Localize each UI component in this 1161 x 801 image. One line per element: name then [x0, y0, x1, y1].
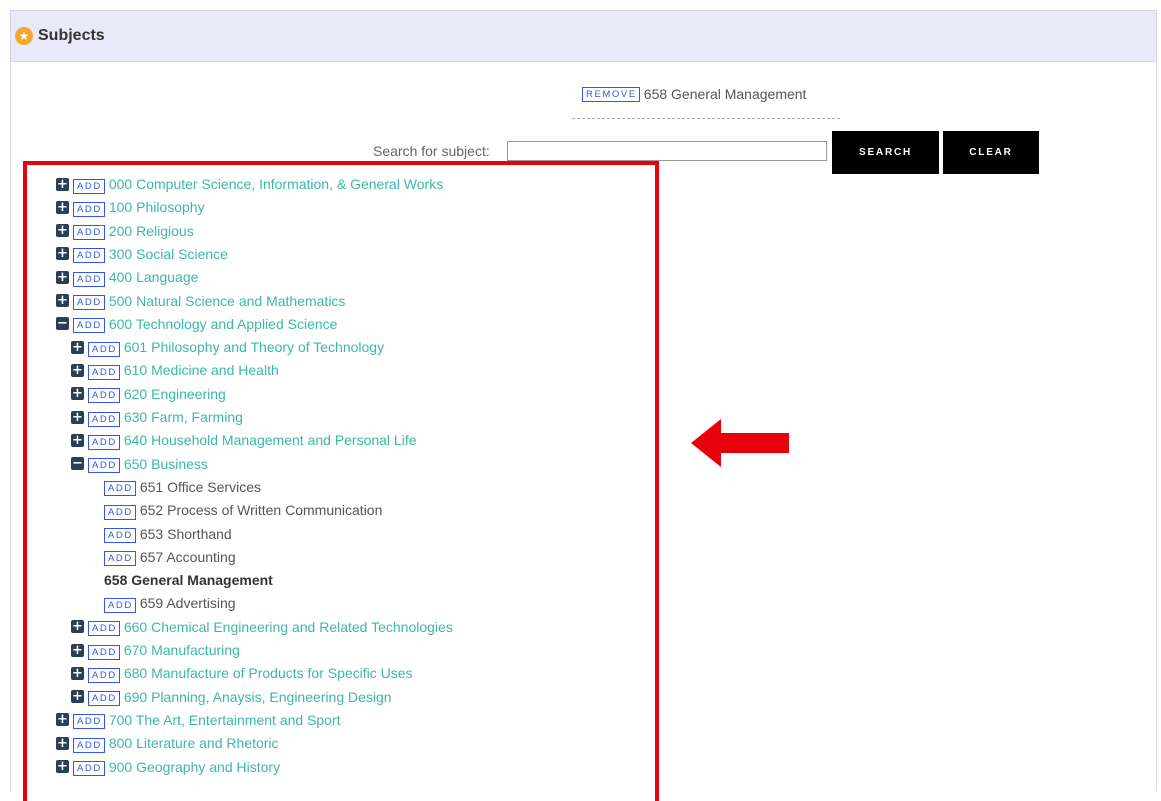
panel-title: Subjects [38, 27, 105, 44]
arrow-left-icon [691, 419, 789, 467]
search-button[interactable]: SEARCH [832, 131, 939, 174]
divider [572, 118, 840, 119]
selected-subject-label: 658 General Management [643, 86, 807, 102]
search-input[interactable] [507, 141, 827, 161]
remove-button[interactable]: REMOVE [582, 86, 640, 102]
highlight-box [23, 161, 659, 801]
selected-subject: REMOVE 658 General Management [582, 86, 806, 102]
clear-button[interactable]: CLEAR [943, 131, 1039, 174]
panel-header: ★ Subjects [11, 11, 1156, 62]
star-icon: ★ [15, 27, 33, 45]
search-label: Search for subject: [373, 143, 490, 159]
